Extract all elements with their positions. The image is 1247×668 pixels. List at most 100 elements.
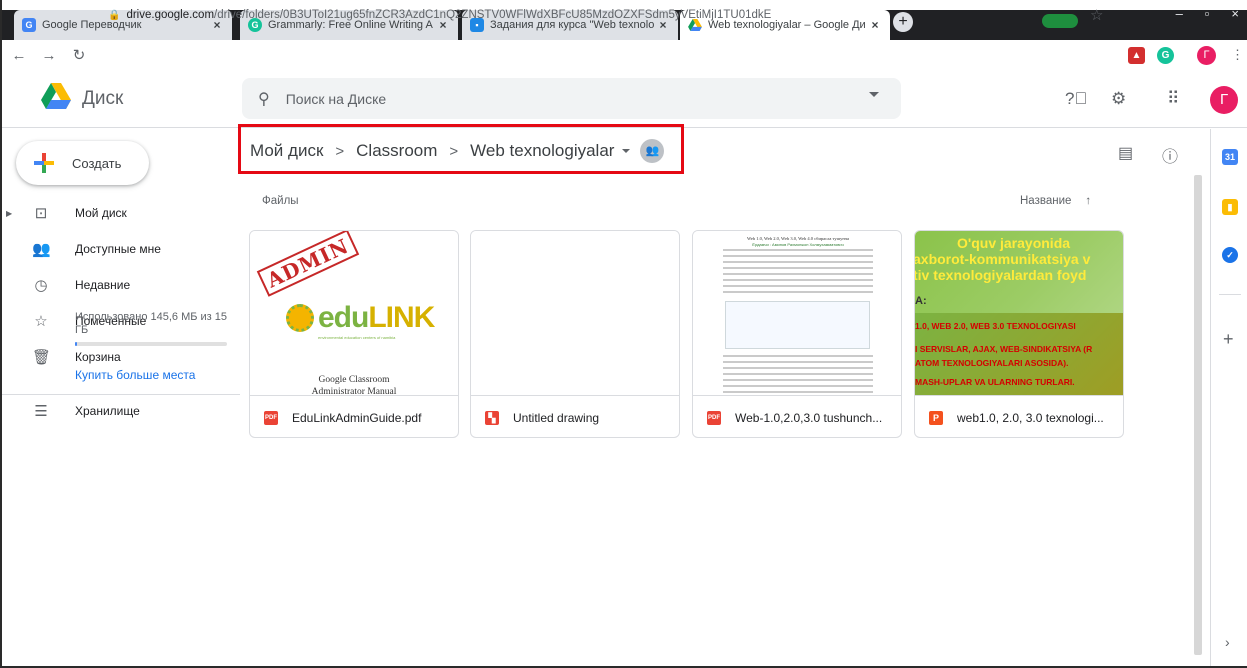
restore-icon[interactable]: ▫ [1205,6,1210,21]
drawing-icon: ▚ [485,410,499,425]
starred-icon: ☆ [34,313,48,330]
extension-icon[interactable]: ▲ [1128,47,1145,64]
files-section-label: Файлы [262,195,299,207]
add-addon-icon[interactable]: + [1223,329,1234,350]
sidebar-item-label: Недавние [75,278,131,292]
breadcrumb: Мой диск > Classroom > Web texnologiyala… [250,139,665,163]
doc-text-line [723,249,873,251]
calendar-icon[interactable]: 31 [1222,149,1238,165]
doc-text-line [723,291,873,293]
back-icon[interactable]: ← [8,47,30,64]
breadcrumb-my-drive[interactable]: Мой диск [250,141,323,161]
breadcrumb-current-folder[interactable]: Web texnologiyalar [470,141,614,161]
pdf-icon: PDF [264,410,278,425]
sort-label[interactable]: Название [1020,195,1071,207]
file-thumbnail: Web 1.0, Web 2.0, Web 3.0, Web 4.0 сбира… [693,231,901,395]
file-card-footer: ▚ Untitled drawing [471,395,679,437]
settings-gear-icon[interactable]: ⚙ [1111,89,1126,109]
account-avatar[interactable]: Г [1210,86,1238,114]
brand-name[interactable]: Диск [82,88,123,110]
slides-icon: P [929,410,943,425]
file-thumbnail [471,231,679,395]
my-drive-icon: ⊡ [34,205,48,222]
help-icon[interactable]: ?⃝ [1065,89,1087,109]
sidebar-item-label: Мой диск [75,206,127,220]
browser-profile-avatar[interactable]: Г [1197,46,1216,65]
drive-logo-icon[interactable] [41,83,71,109]
file-card[interactable]: ADMIN eduLINK environmental education ce… [249,230,459,438]
search-options-icon[interactable] [869,92,879,97]
file-name: web1.0, 2.0, 3.0 texnologi... [957,410,1104,425]
tasks-icon[interactable]: ✓ [1222,247,1238,263]
grammarly-extension-icon[interactable]: G [1157,47,1174,64]
bookmark-star-icon[interactable]: ☆ [1090,6,1103,24]
vertical-scrollbar[interactable] [1194,175,1202,655]
reload-icon[interactable]: ↻ [68,46,90,64]
doc-text-line [723,367,873,369]
create-button[interactable]: Создать [16,141,149,185]
admin-stamp: ADMIN [256,231,359,297]
recent-icon: ◷ [34,277,48,294]
document-page-preview: Web 1.0, Web 2.0, Web 3.0, Web 4.0 сбира… [707,231,887,395]
slide-preview: O'quv jarayonida axborot-kommunikatsiya … [915,231,1123,395]
breadcrumb-classroom[interactable]: Classroom [356,141,437,161]
sort-arrow-icon[interactable]: ↑ [1085,195,1091,207]
drive-header: Диск ⚲ Поиск на Диске ?⃝ ⚙ ⠿ Г [0,70,1247,128]
file-name: Web-1.0,2.0,3.0 tushunch... [735,410,883,425]
lock-icon: 🔒 [108,9,121,21]
doc-text-line [723,391,873,393]
doc-text-line [723,261,873,263]
storage-usage-fill [75,342,77,346]
apps-grid-icon[interactable]: ⠿ [1167,89,1179,109]
sort-control[interactable]: Название ↑ [1020,195,1091,207]
storage-icon: ☰ [34,403,48,420]
side-panel-divider [1219,294,1241,295]
slide-text: A: [915,295,927,307]
file-card[interactable]: ▚ Untitled drawing [470,230,680,438]
sidebar-item-storage[interactable]: ☰ Хранилище [0,395,240,427]
doc-text-line [723,355,873,357]
storage-usage-bar [75,342,227,346]
address-bar[interactable]: 🔒 drive.google.com/drive/folders/0B3UToI… [108,4,1188,26]
doc-text-line [723,255,873,257]
trash-icon: 🗑 [32,349,52,366]
shared-folder-icon[interactable]: 👥 [640,139,665,163]
chevron-down-icon[interactable] [622,149,631,153]
sidebar-item-recent[interactable]: ◷ Недавние [0,269,240,301]
google-translate-icon: G [22,18,36,32]
doc-subtitle: Ёрдамчи : Аминов Рахмонжон Холмухамматов… [752,242,844,247]
slide-text: ATOM TEXNOLOGIYALARI ASOSIDA). [915,358,1069,368]
expand-arrow-icon[interactable]: ▶ [6,209,12,218]
file-card-footer: PDF EduLinkAdminGuide.pdf [250,395,458,437]
sidebar-item-label: Корзина [75,350,121,364]
url-path: /drive/folders/0B3UToI21ug65fnZCR3AzdC1n… [214,9,772,21]
doc-text-line [723,285,873,287]
search-input[interactable]: ⚲ Поиск на Диске [242,78,901,119]
buy-storage-link[interactable]: Купить больше места [75,368,195,382]
doc-text-line [723,279,873,281]
keep-icon[interactable]: ▮ [1222,199,1238,215]
info-icon[interactable]: ⓘ [1162,143,1178,167]
file-card[interactable]: Web 1.0, Web 2.0, Web 3.0, Web 4.0 сбира… [692,230,902,438]
chevron-right-icon[interactable]: › [1225,634,1230,650]
file-card[interactable]: O'quv jarayonida axborot-kommunikatsiya … [914,230,1124,438]
sidebar-item-shared-with-me[interactable]: 👥 Доступные мне [0,233,240,265]
list-view-icon[interactable]: ▤ [1118,143,1133,163]
doc-text-line [723,385,873,387]
close-window-icon[interactable]: × [1231,6,1239,21]
window-border [0,0,2,668]
sidebar-item-label: Доступные мне [75,242,161,256]
doc-text-line [723,273,873,275]
slide-title: O'quv jarayonida axborot-kommunikatsiya … [915,235,1091,283]
forward-icon[interactable]: → [38,47,60,64]
search-icon[interactable]: ⚲ [258,89,270,109]
browser-menu-icon[interactable]: ⋮ [1231,47,1244,63]
plus-icon [32,151,56,175]
manual-title: Google Classroom Administrator Manual [311,375,397,395]
file-thumbnail: ADMIN eduLINK environmental education ce… [250,231,458,395]
file-card-footer: P web1.0, 2.0, 3.0 texnologi... [915,395,1123,437]
sidebar-item-label: Хранилище [75,404,140,418]
storage-usage-text: Использовано 145,6 МБ из 15 ГБ [75,311,228,336]
file-card-footer: PDF Web-1.0,2.0,3.0 tushunch... [693,395,901,437]
sidebar-item-my-drive[interactable]: ▶ ⊡ Мой диск [0,197,240,229]
